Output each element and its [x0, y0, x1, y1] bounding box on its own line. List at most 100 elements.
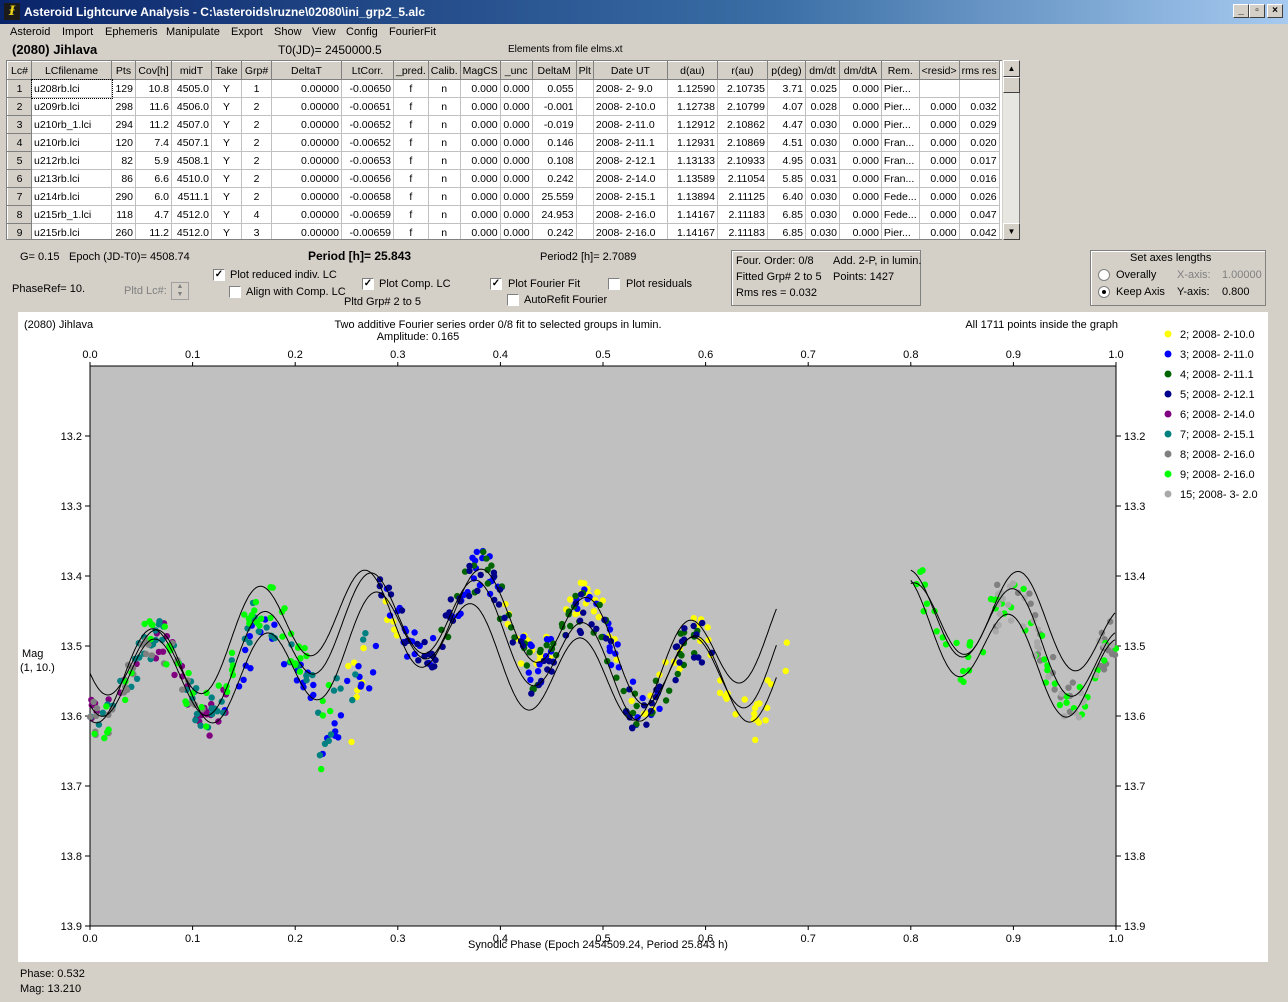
table-cell[interactable]: 0.030: [805, 133, 840, 152]
table-row[interactable]: 8 u215rb_1.lci 118 4.7 4512.0 Y 4 0.00000 -0.006…: [7, 205, 1000, 224]
table-cell[interactable]: u210rb_1.lci: [31, 115, 112, 134]
column-header[interactable]: LCfilename: [31, 61, 112, 80]
column-header[interactable]: Lc#: [7, 61, 32, 80]
table-cell[interactable]: -0.00652: [341, 115, 394, 134]
table-cell[interactable]: 0.000: [839, 151, 882, 170]
table-cell[interactable]: [959, 79, 1000, 98]
table-cell[interactable]: -0.00650: [341, 79, 394, 98]
table-cell[interactable]: 0.000: [919, 187, 960, 206]
table-cell[interactable]: 0.000: [460, 169, 501, 188]
column-header[interactable]: Cov[h]: [135, 61, 172, 80]
table-cell[interactable]: 1.14167: [667, 205, 718, 224]
menu-view[interactable]: View: [312, 26, 336, 38]
table-cell[interactable]: 0.030: [805, 187, 840, 206]
table-cell[interactable]: 4511.1: [171, 187, 212, 206]
alc-app-icon[interactable]: Ɨ: [4, 3, 20, 20]
column-header[interactable]: rms res: [958, 61, 1000, 80]
table-cell[interactable]: f: [393, 187, 429, 206]
table-cell[interactable]: [576, 115, 594, 134]
table-cell[interactable]: f: [393, 115, 429, 134]
table-cell[interactable]: [576, 187, 594, 206]
table-cell[interactable]: Fede...: [881, 187, 920, 206]
table-cell[interactable]: Fran...: [881, 169, 920, 188]
table-cell[interactable]: 0.000: [500, 223, 533, 239]
table-cell[interactable]: 2008- 2-10.0: [593, 97, 668, 116]
table-cell[interactable]: n: [428, 115, 461, 134]
table-cell[interactable]: 0.000: [839, 169, 882, 188]
table-cell[interactable]: 0.042: [959, 223, 1000, 239]
table-cell[interactable]: 2: [241, 97, 272, 116]
table-cell[interactable]: f: [393, 205, 429, 224]
table-cell[interactable]: 0.000: [839, 133, 882, 152]
table-cell[interactable]: 11.6: [135, 97, 172, 116]
table-cell[interactable]: 4507.1: [171, 133, 212, 152]
table-cell[interactable]: 2.11183: [717, 205, 768, 224]
column-header[interactable]: _pred.: [393, 61, 429, 80]
table-cell[interactable]: Y: [211, 151, 242, 170]
table-cell[interactable]: 0.000: [500, 97, 533, 116]
table-cell[interactable]: 1.12590: [667, 79, 718, 98]
table-cell[interactable]: 0.000: [460, 187, 501, 206]
table-cell[interactable]: u209rb.lci: [31, 97, 112, 116]
table-cell[interactable]: [576, 133, 594, 152]
table-cell[interactable]: 1.12931: [667, 133, 718, 152]
table-cell[interactable]: 1: [241, 79, 272, 98]
table-cell[interactable]: f: [393, 223, 429, 239]
table-cell[interactable]: 0.00000: [271, 133, 342, 152]
table-cell[interactable]: 2.10735: [717, 79, 768, 98]
table-cell[interactable]: -0.00652: [341, 133, 394, 152]
row-number[interactable]: 5: [7, 151, 32, 170]
table-cell[interactable]: f: [393, 169, 429, 188]
column-header[interactable]: Pts: [111, 61, 136, 80]
table-cell[interactable]: 0.000: [460, 115, 501, 134]
table-cell[interactable]: u212rb.lci: [31, 151, 112, 170]
table-cell[interactable]: 0.000: [919, 169, 960, 188]
column-header[interactable]: dm/dt: [804, 61, 840, 80]
plot-svg[interactable]: (2080) Jihlava Two additive Fourier seri…: [18, 312, 1268, 962]
table-cell[interactable]: n: [428, 205, 461, 224]
overally-radio[interactable]: [1098, 269, 1110, 281]
table-cell[interactable]: 82: [111, 151, 136, 170]
table-cell[interactable]: n: [428, 169, 461, 188]
table-cell[interactable]: 4506.0: [171, 97, 212, 116]
table-cell[interactable]: Fran...: [881, 133, 920, 152]
menu-asteroid[interactable]: Asteroid: [10, 26, 50, 38]
table-cell[interactable]: 1.13894: [667, 187, 718, 206]
table-cell[interactable]: n: [428, 187, 461, 206]
table-cell[interactable]: 0.00000: [271, 169, 342, 188]
table-cell[interactable]: Y: [211, 223, 242, 239]
table-cell[interactable]: 0.000: [460, 151, 501, 170]
table-cell[interactable]: f: [393, 97, 429, 116]
table-cell[interactable]: f: [393, 151, 429, 170]
table-cell[interactable]: 2008- 2-16.0: [593, 205, 668, 224]
table-cell[interactable]: 6.85: [767, 205, 806, 224]
table-cell[interactable]: 2008- 2-12.1: [593, 151, 668, 170]
table-cell[interactable]: 2008- 2-14.0: [593, 169, 668, 188]
table-cell[interactable]: [576, 223, 594, 239]
table-cell[interactable]: 2.10862: [717, 115, 768, 134]
table-cell[interactable]: 0.000: [919, 205, 960, 224]
row-number[interactable]: 9: [7, 223, 32, 239]
menu-export[interactable]: Export: [231, 26, 263, 38]
table-cell[interactable]: 4505.0: [171, 79, 212, 98]
table-cell[interactable]: n: [428, 133, 461, 152]
row-number[interactable]: 6: [7, 169, 32, 188]
row-number[interactable]: 3: [7, 115, 32, 134]
table-cell[interactable]: Fede...: [881, 205, 920, 224]
table-cell[interactable]: 0.026: [959, 187, 1000, 206]
table-cell[interactable]: 118: [111, 205, 136, 224]
table-cell[interactable]: 0.000: [839, 223, 882, 239]
table-cell[interactable]: [576, 79, 594, 98]
table-cell[interactable]: 0.000: [839, 97, 882, 116]
column-header[interactable]: <resid>: [918, 61, 960, 80]
table-cell[interactable]: [919, 79, 960, 98]
menu-manipulate[interactable]: Manipulate: [166, 26, 220, 38]
table-cell[interactable]: 0.000: [839, 79, 882, 98]
table-cell[interactable]: Pier...: [881, 79, 920, 98]
column-header[interactable]: d(au): [666, 61, 718, 80]
table-cell[interactable]: 0.030: [805, 223, 840, 239]
pltd-lc-spinner[interactable]: ▲ ▼: [171, 282, 189, 300]
table-cell[interactable]: 0.000: [460, 79, 501, 98]
table-cell[interactable]: 0.108: [532, 151, 577, 170]
table-cell[interactable]: 6.6: [135, 169, 172, 188]
